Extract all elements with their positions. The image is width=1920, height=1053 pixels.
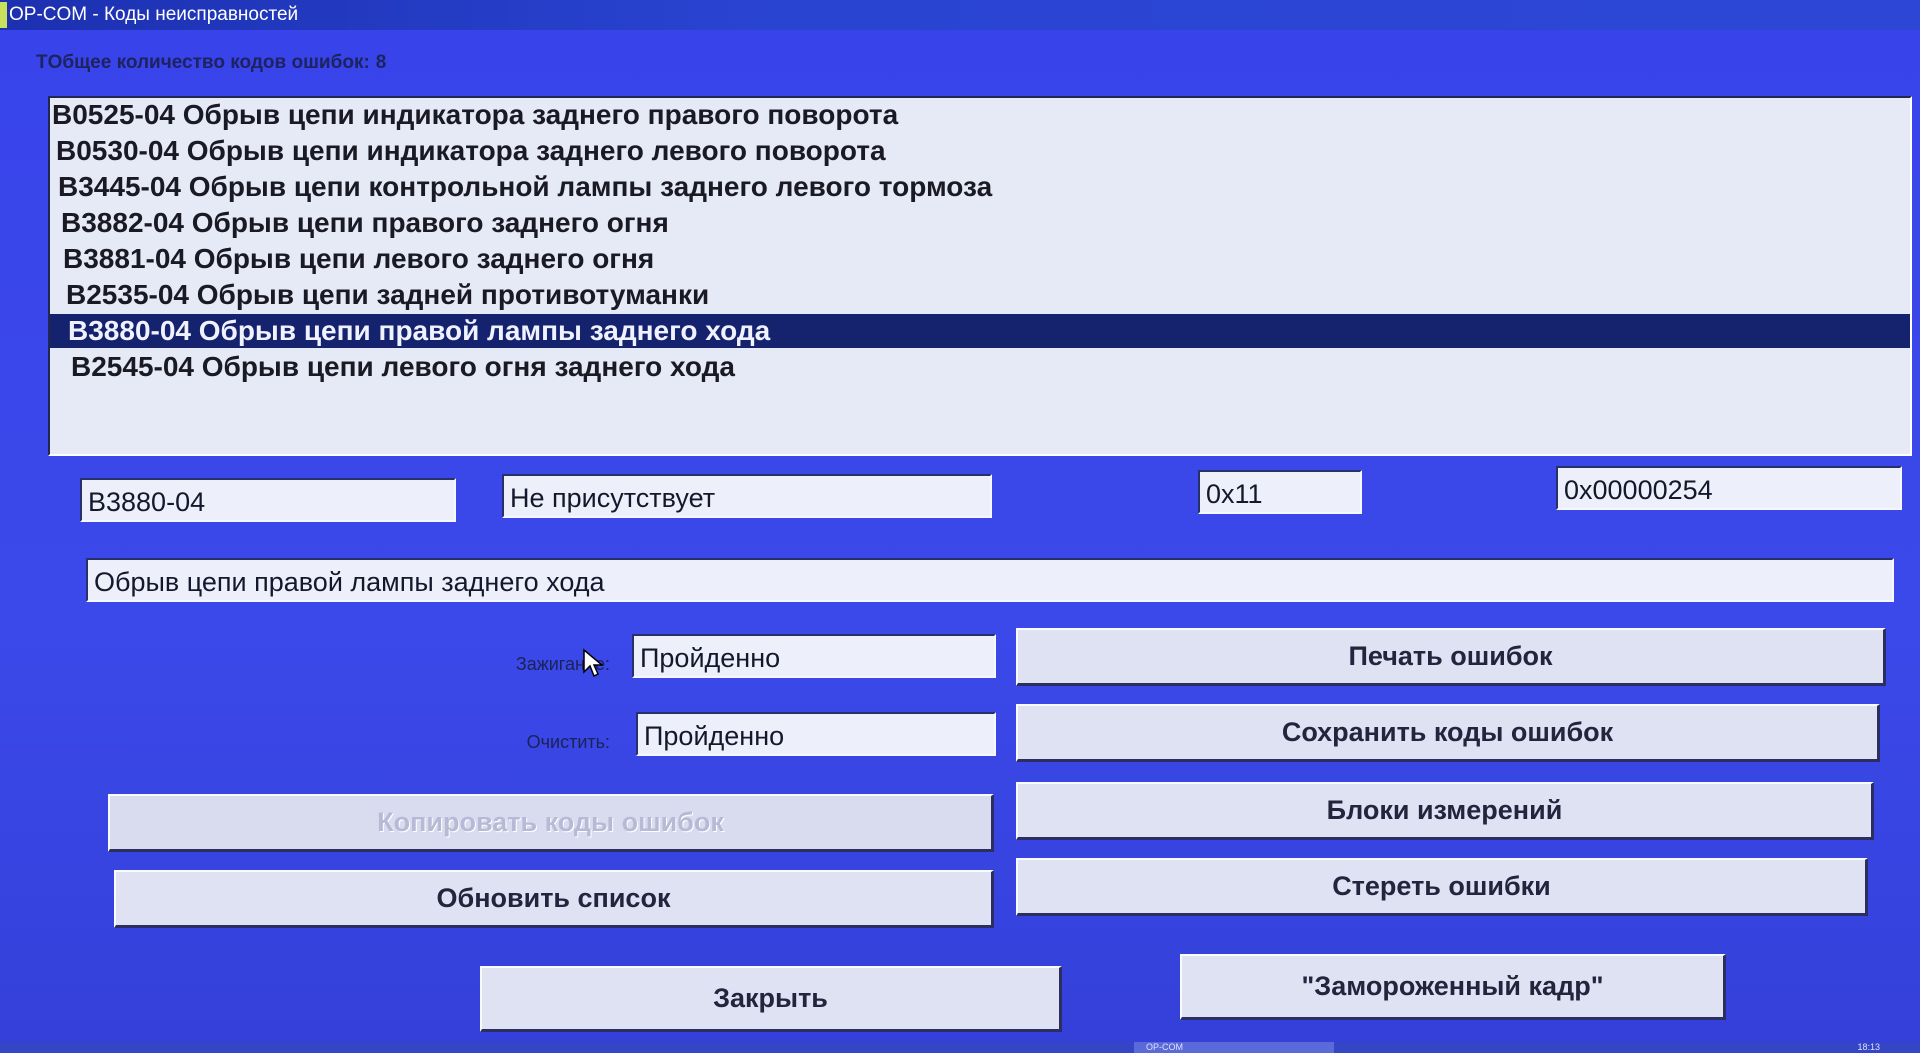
close-button[interactable]: Закрыть	[480, 966, 1062, 1032]
refresh-list-button[interactable]: Обновить список	[114, 870, 994, 928]
total-count-label: TОбщее количество кодов ошибок:	[36, 52, 370, 73]
measuring-blocks-button[interactable]: Блоки измерений	[1016, 782, 1874, 840]
dtc-status-field[interactable]: Не присутствует	[502, 474, 992, 518]
print-errors-button[interactable]: Печать ошибок	[1016, 628, 1886, 686]
erase-errors-button[interactable]: Стереть ошибки	[1016, 858, 1868, 916]
total-error-count: TОбщее количество кодов ошибок: 8	[36, 52, 386, 74]
dtc-code-field[interactable]: B3880-04	[80, 478, 456, 522]
dtc-list-item-selected[interactable]: B3880-04 Обрыв цепи правой лампы заднего…	[50, 314, 1910, 348]
ignition-field[interactable]: Пройденно	[632, 634, 996, 678]
save-error-codes-button[interactable]: Сохранить коды ошибок	[1016, 704, 1880, 762]
hex-address-field[interactable]: 0x00000254	[1556, 466, 1902, 510]
taskbar-clock: 18:13	[1857, 1042, 1880, 1052]
taskbar-item-opcom[interactable]: OP-COM	[1134, 1042, 1334, 1053]
dtc-list-item[interactable]: B3881-04 Обрыв цепи левого заднего огня	[50, 242, 1910, 276]
copy-error-codes-button[interactable]: Копировать коды ошибок	[108, 794, 994, 852]
dtc-list-item[interactable]: B2545-04 Обрыв цепи левого огня заднего …	[50, 350, 1910, 384]
total-count-value: 8	[375, 52, 387, 73]
app-icon	[0, 2, 7, 28]
title-bar[interactable]: OP-COM - Коды неисправностей	[0, 0, 1920, 30]
dtc-window: OP-COM - Коды неисправностей TОбщее коли…	[0, 0, 1920, 1053]
dtc-list-item[interactable]: B3445-04 Обрыв цепи контрольной лампы за…	[50, 170, 1910, 204]
clear-field[interactable]: Пройденно	[636, 712, 996, 756]
hex-code-field[interactable]: 0x11	[1198, 470, 1362, 514]
freeze-frame-button[interactable]: "Замороженный кадр"	[1180, 954, 1726, 1020]
clear-label: Очистить:	[526, 732, 610, 752]
dtc-list-item[interactable]: B0525-04 Обрыв цепи индикатора заднего п…	[50, 98, 1910, 132]
dtc-list[interactable]: B0525-04 Обрыв цепи индикатора заднего п…	[48, 96, 1912, 456]
window-title: OP-COM - Коды неисправностей	[9, 4, 299, 25]
dtc-description-field[interactable]: Обрыв цепи правой лампы заднего хода	[86, 558, 1894, 602]
dtc-list-item[interactable]: B2535-04 Обрыв цепи задней противотуманк…	[50, 278, 1910, 312]
taskbar: OP-COM 18:13	[0, 1042, 1920, 1053]
dtc-list-item[interactable]: B3882-04 Обрыв цепи правого заднего огня	[50, 206, 1910, 240]
dtc-list-item[interactable]: B0530-04 Обрыв цепи индикатора заднего л…	[50, 134, 1910, 168]
mouse-cursor-icon	[583, 648, 604, 678]
